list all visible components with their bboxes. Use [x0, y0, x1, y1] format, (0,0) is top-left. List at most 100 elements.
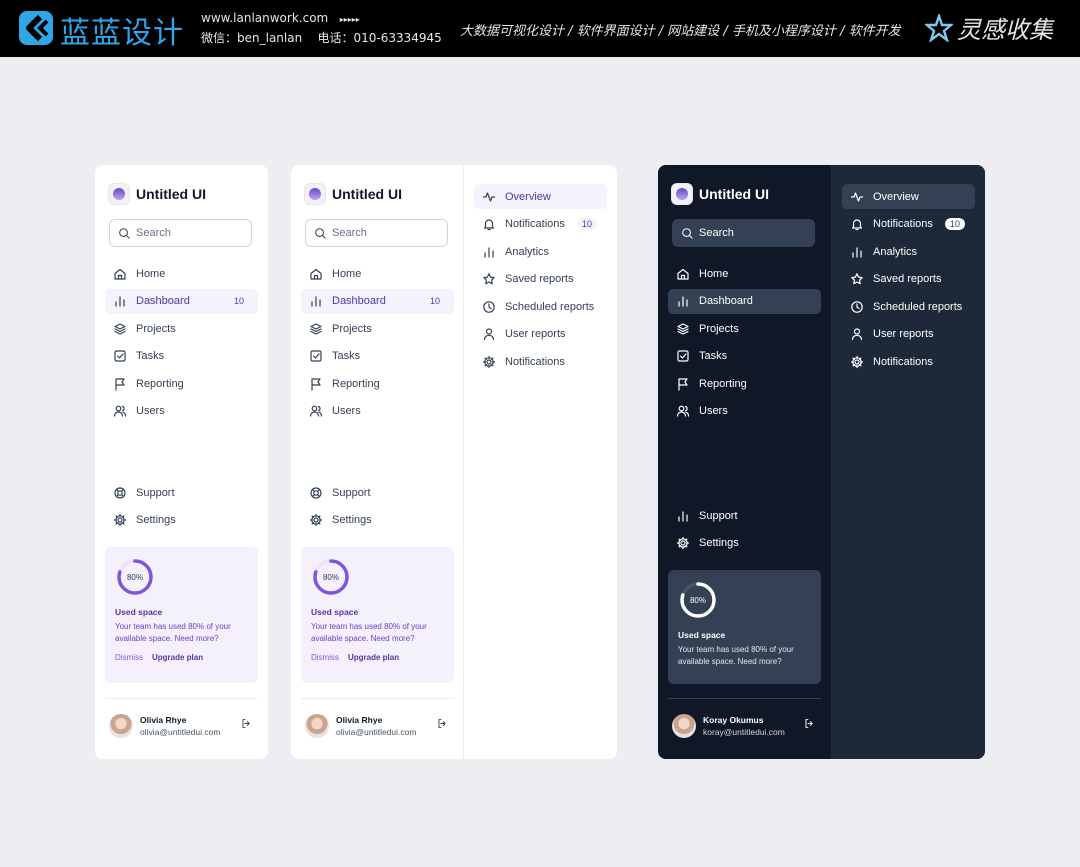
subnav-item-overview[interactable]: Overview [842, 184, 975, 209]
sidebar-item-users[interactable]: Users [301, 399, 454, 424]
dismiss-button[interactable]: Dismiss [115, 653, 143, 662]
sidebar-item-settings[interactable]: Settings [105, 508, 258, 533]
subnav-item-label: Analytics [873, 245, 918, 258]
flag-icon [311, 378, 321, 391]
subnav-item-label: Overview [873, 190, 919, 203]
logout-button[interactable] [437, 716, 448, 728]
sidebar-item-users[interactable]: Users [105, 399, 258, 424]
subnav-item-analytics[interactable]: Analytics [842, 239, 975, 264]
user-profile[interactable]: Olivia Rhye olivia@untitledui.com [305, 714, 448, 738]
sidebar-item-home[interactable]: Home [668, 261, 821, 286]
subnav-item-notifications[interactable]: Notifications [474, 350, 607, 375]
logout-button[interactable] [241, 716, 252, 728]
subnav-item-user-reports[interactable]: User reports [842, 322, 975, 347]
sidebar-item-support[interactable]: Support [105, 480, 258, 505]
bar-chart-icon [311, 296, 321, 307]
main-nav: Home Dashboard 10 Projects Tasks Reporting Use… [105, 261, 258, 427]
phone: 电话：010-63334945 [317, 31, 442, 45]
sidebar-item-reporting[interactable]: Reporting [301, 371, 454, 396]
usage-title: Used space [115, 607, 163, 617]
bar-chart-icon [852, 247, 862, 258]
user-icon [851, 328, 863, 341]
search-input[interactable]: Search [305, 219, 448, 247]
usage-title: Used space [311, 607, 359, 617]
logout-button[interactable] [804, 716, 815, 728]
sidebar-item-label: Home [699, 267, 729, 280]
subnav-item-label: User reports [505, 328, 566, 341]
bar-chart-icon [678, 510, 688, 522]
clock-icon [851, 301, 863, 313]
usage-progress-ring: 80% [115, 557, 155, 597]
search-input[interactable]: Search [672, 219, 815, 247]
main-nav: Home Dashboard Projects Tasks Reporting Users [668, 261, 821, 427]
subnav-item-user-reports[interactable]: User reports [474, 322, 607, 347]
main-nav: Home Dashboard 10 Projects Tasks Reporting Use… [301, 261, 454, 427]
subnav-item-label: User reports [873, 328, 934, 341]
user-profile[interactable]: Koray Okumus koray@untitledui.com [672, 714, 815, 738]
settings-icon [850, 355, 864, 369]
sidebar-item-projects[interactable]: Projects [668, 316, 821, 341]
subnav-item-notifications[interactable]: Notifications [842, 350, 975, 375]
divider [301, 698, 454, 699]
sidebar-item-dashboard[interactable]: Dashboard 10 [105, 288, 258, 314]
sidebar-item-dashboard[interactable]: Dashboard [668, 288, 821, 314]
settings-icon [113, 513, 127, 527]
star-icon [851, 273, 863, 285]
subnav-item-label: Scheduled reports [505, 300, 595, 313]
subnav-item-scheduled-reports[interactable]: Scheduled reports [474, 294, 607, 319]
upgrade-plan-button[interactable]: Upgrade plan [348, 653, 399, 662]
sidebar-item-label: Users [136, 405, 165, 418]
wechat: 微信：ben_lanlan [201, 31, 303, 45]
subnav-item-overview[interactable]: Overview [474, 184, 607, 209]
usage-progress-ring: 80% [678, 580, 718, 620]
app-header[interactable]: Untitled UI [672, 184, 769, 204]
app-name: Untitled UI [699, 186, 769, 202]
bar-chart-icon [484, 247, 494, 258]
search-input[interactable]: Search [109, 219, 252, 247]
home-icon [114, 268, 126, 280]
sidebar-item-label: Tasks [136, 350, 165, 363]
divider [105, 698, 258, 699]
sidebar-item-projects[interactable]: Projects [105, 316, 258, 341]
upgrade-plan-button[interactable]: Upgrade plan [152, 653, 203, 662]
sidebar-item-projects[interactable]: Projects [301, 316, 454, 341]
sidebar-item-settings[interactable]: Settings [668, 531, 821, 556]
subnav-item-label: Notifications [873, 218, 933, 231]
user-profile[interactable]: Olivia Rhye olivia@untitledui.com [109, 714, 252, 738]
subnav-item-notifications[interactable]: Notifications 10 [842, 212, 975, 237]
sidebar-item-label: Projects [332, 322, 372, 335]
arrows: ▸▸▸▸▸ [339, 15, 360, 24]
sidebar-item-reporting[interactable]: Reporting [105, 371, 258, 396]
flag-icon [678, 378, 688, 391]
sidebar-item-home[interactable]: Home [105, 261, 258, 286]
sidebar-item-label: Tasks [699, 350, 728, 363]
app-header[interactable]: Untitled UI [305, 184, 402, 204]
sidebar-item-label: Projects [699, 322, 739, 335]
sidebar-item-users[interactable]: Users [668, 399, 821, 424]
sidebar-item-tasks[interactable]: Tasks [668, 344, 821, 369]
subnav-item-scheduled-reports[interactable]: Scheduled reports [842, 294, 975, 319]
sidebar-item-tasks[interactable]: Tasks [301, 344, 454, 369]
dismiss-button[interactable]: Dismiss [311, 653, 339, 662]
website[interactable]: www.lanlanwork.com [201, 11, 328, 25]
sidebar-item-support[interactable]: Support [668, 503, 821, 528]
footer-nav: Support Settings [105, 480, 258, 535]
subnav-item-saved-reports[interactable]: Saved reports [474, 267, 607, 292]
sidebar-item-settings[interactable]: Settings [301, 508, 454, 533]
avatar [109, 714, 133, 738]
subnav-item-notifications[interactable]: Notifications 10 [474, 212, 607, 237]
app-logo-icon [672, 184, 692, 204]
subnav-item-saved-reports[interactable]: Saved reports [842, 267, 975, 292]
sidebar-item-tasks[interactable]: Tasks [105, 344, 258, 369]
search-placeholder: Search [136, 227, 171, 239]
sidebar-item-support[interactable]: Support [301, 480, 454, 505]
sidebar-item-reporting[interactable]: Reporting [668, 371, 821, 396]
app-header[interactable]: Untitled UI [109, 184, 206, 204]
sidebar-item-label: Settings [332, 514, 372, 527]
user-icon [483, 328, 495, 341]
users-icon [676, 406, 690, 418]
subnav-item-analytics[interactable]: Analytics [474, 239, 607, 264]
sidebar-item-home[interactable]: Home [301, 261, 454, 286]
sidebar-item-dashboard[interactable]: Dashboard 10 [301, 288, 454, 314]
app-logo-icon [109, 184, 129, 204]
